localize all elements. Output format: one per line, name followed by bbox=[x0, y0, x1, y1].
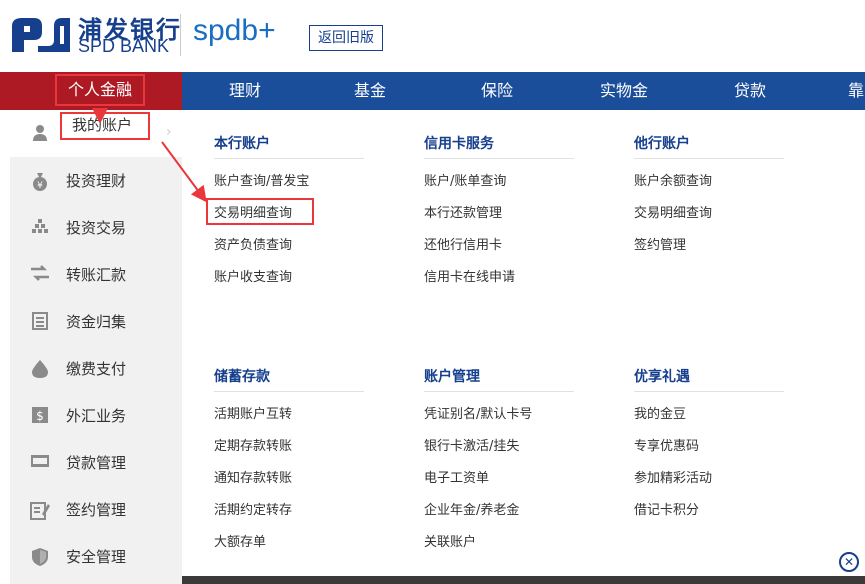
nav-loan[interactable]: 贷款 bbox=[734, 72, 766, 110]
side-item-label: 资金归集 bbox=[66, 313, 127, 331]
link-account-query[interactable]: 账户查询/普发宝 bbox=[214, 170, 309, 189]
link-linked-account[interactable]: 关联账户 bbox=[424, 531, 476, 550]
nav-personal-finance-label: 个人金融 bbox=[55, 74, 145, 106]
header: 浦发银行 SPD BANK spdb+ 返回旧版 bbox=[0, 0, 865, 72]
link-demand-transfer[interactable]: 活期账户互转 bbox=[214, 403, 292, 422]
link-bill-query[interactable]: 账户/账单查询 bbox=[424, 170, 506, 189]
background-strip bbox=[182, 576, 865, 584]
spdb-plus-logo: spdb+ bbox=[193, 14, 276, 48]
link-income-expense[interactable]: 账户收支查询 bbox=[214, 266, 292, 285]
sign-icon bbox=[30, 500, 50, 520]
side-item-label: 外汇业务 bbox=[66, 407, 127, 425]
logo-english-text: SPD BANK bbox=[78, 36, 170, 56]
shield-icon bbox=[30, 547, 50, 567]
section-title-local-account: 本行账户 bbox=[214, 136, 270, 152]
nav-insurance[interactable]: 保险 bbox=[481, 72, 513, 110]
side-item-label: 转账汇款 bbox=[66, 266, 127, 284]
section-divider bbox=[214, 391, 364, 392]
section-divider bbox=[424, 158, 574, 159]
section-divider bbox=[634, 158, 784, 159]
nav-wealth[interactable]: 理财 bbox=[229, 72, 261, 110]
link-other-sign-mgmt[interactable]: 签约管理 bbox=[634, 234, 686, 253]
side-item-investment[interactable]: ¥ 投资理财 bbox=[10, 157, 182, 204]
side-menu: 我的账户 › ¥ 投资理财 投资交易 转账汇款 资金归集 缴费支付 $ 外汇业务… bbox=[10, 110, 182, 584]
link-notice-transfer[interactable]: 通知存款转账 bbox=[214, 467, 292, 486]
side-item-label: 贷款管理 bbox=[66, 454, 127, 472]
mega-menu-content: 本行账户 账户查询/普发宝 交易明细查询 资产负债查询 账户收支查询 信用卡服务… bbox=[182, 110, 865, 584]
link-fixed-transfer[interactable]: 定期存款转账 bbox=[214, 435, 292, 454]
section-divider bbox=[634, 391, 784, 392]
side-item-label: 投资交易 bbox=[66, 219, 127, 237]
side-item-fund-collection[interactable]: 资金归集 bbox=[10, 298, 182, 345]
link-large-cd[interactable]: 大额存单 bbox=[214, 531, 266, 550]
link-balance-query[interactable]: 账户余额查询 bbox=[634, 170, 712, 189]
link-card-activate[interactable]: 银行卡激活/挂失 bbox=[424, 435, 519, 454]
svg-text:¥: ¥ bbox=[37, 181, 43, 191]
nav-more[interactable]: 靠 bbox=[848, 72, 864, 110]
pyramid-icon bbox=[30, 218, 50, 238]
section-title-savings: 储蓄存款 bbox=[214, 369, 270, 385]
side-item-my-account[interactable]: 我的账户 › bbox=[10, 110, 182, 157]
side-item-security[interactable]: 安全管理 bbox=[10, 533, 182, 580]
link-e-payslip[interactable]: 电子工资单 bbox=[424, 467, 489, 486]
link-transaction-detail[interactable]: 交易明细查询 bbox=[214, 202, 292, 221]
section-title-other-account: 他行账户 bbox=[634, 136, 690, 152]
side-item-loan-mgmt[interactable]: 贷款管理 bbox=[10, 439, 182, 486]
user-icon bbox=[30, 124, 50, 144]
section-title-credit-card: 信用卡服务 bbox=[424, 136, 494, 152]
link-promo-code[interactable]: 专享优惠码 bbox=[634, 435, 699, 454]
top-nav: 个人金融 理财 基金 保险 实物金 贷款 靠 bbox=[0, 72, 865, 110]
money-bag-icon: ¥ bbox=[30, 171, 50, 191]
side-item-label: 缴费支付 bbox=[66, 360, 127, 378]
side-item-forex[interactable]: $ 外汇业务 bbox=[10, 392, 182, 439]
link-activities[interactable]: 参加精彩活动 bbox=[634, 467, 712, 486]
link-repayment-mgmt[interactable]: 本行还款管理 bbox=[424, 202, 502, 221]
link-debit-points[interactable]: 借记卡积分 bbox=[634, 499, 699, 518]
ledger-icon bbox=[30, 312, 50, 332]
link-card-apply[interactable]: 信用卡在线申请 bbox=[424, 266, 515, 285]
nav-personal-finance[interactable]: 个人金融 bbox=[0, 72, 182, 110]
spd-logo-icon bbox=[12, 18, 70, 52]
link-other-bank-card[interactable]: 还他行信用卡 bbox=[424, 234, 502, 253]
currency-icon: $ bbox=[30, 406, 50, 426]
side-item-label: 我的账户 bbox=[72, 116, 133, 134]
loan-icon bbox=[30, 453, 50, 473]
nav-fund[interactable]: 基金 bbox=[354, 72, 386, 110]
link-annuity[interactable]: 企业年金/养老金 bbox=[424, 499, 519, 518]
nav-physical-gold[interactable]: 实物金 bbox=[600, 72, 648, 110]
link-gold-beans[interactable]: 我的金豆 bbox=[634, 403, 686, 422]
side-item-sign-mgmt[interactable]: 签约管理 bbox=[10, 486, 182, 533]
close-icon[interactable]: ✕ bbox=[839, 552, 859, 572]
drop-icon bbox=[30, 359, 50, 379]
transfer-icon bbox=[30, 265, 50, 285]
side-item-trading[interactable]: 投资交易 bbox=[10, 204, 182, 251]
section-title-rewards: 优享礼遇 bbox=[634, 369, 690, 385]
side-item-label: 签约管理 bbox=[66, 501, 127, 519]
link-other-transaction-detail[interactable]: 交易明细查询 bbox=[634, 202, 712, 221]
return-old-version-button[interactable]: 返回旧版 bbox=[309, 25, 383, 51]
side-item-label: 安全管理 bbox=[66, 548, 127, 566]
svg-text:$: $ bbox=[36, 409, 44, 423]
side-item-payment[interactable]: 缴费支付 bbox=[10, 345, 182, 392]
section-divider bbox=[424, 391, 574, 392]
section-title-account-mgmt: 账户管理 bbox=[424, 369, 480, 385]
side-item-transfer[interactable]: 转账汇款 bbox=[10, 251, 182, 298]
logo-divider bbox=[180, 14, 181, 56]
link-agreed-deposit[interactable]: 活期约定转存 bbox=[214, 499, 292, 518]
link-voucher-alias[interactable]: 凭证别名/默认卡号 bbox=[424, 403, 532, 422]
plus-icon: + bbox=[258, 14, 276, 47]
side-item-label: 投资理财 bbox=[66, 172, 127, 190]
spdb-plus-text: spdb bbox=[193, 14, 259, 47]
section-divider bbox=[214, 158, 364, 159]
link-asset-liability[interactable]: 资产负债查询 bbox=[214, 234, 292, 253]
chevron-right-icon: › bbox=[166, 124, 172, 140]
